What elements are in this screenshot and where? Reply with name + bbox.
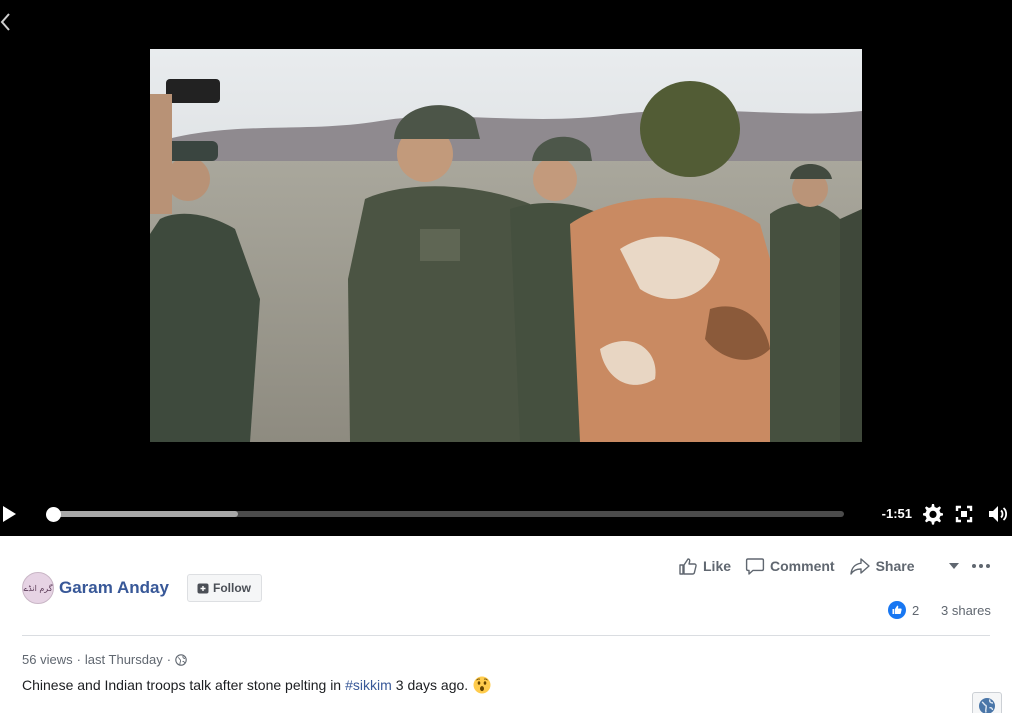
divider [22,635,990,636]
settings-icon [923,504,943,525]
post-date[interactable]: last Thursday [85,652,163,667]
chevron-left-icon [0,13,10,31]
thumbs-up-icon [679,558,697,575]
comment-icon [745,558,765,575]
post-actions: Like Comment Share [678,554,915,578]
meta-separator: · [166,652,172,667]
reaction-count: 2 [912,602,920,618]
caption-text: Chinese and Indian troops talk after sto… [22,677,342,693]
caption-text-end: 3 days ago. [395,677,469,693]
like-button[interactable]: Like [678,556,731,576]
volume-icon [989,506,1008,522]
page-avatar[interactable]: گرم انڈے [22,572,54,604]
views-count: 56 views [22,652,73,667]
astonished-emoji-icon [473,676,491,694]
settings-button[interactable] [920,502,944,526]
fullscreen-icon [955,505,973,523]
video-still-image [150,49,862,442]
more-options-button[interactable] [970,558,992,574]
caret-down-icon [949,563,959,569]
avatar-logo-text: گرم انڈے [23,583,53,593]
play-button[interactable] [0,502,20,526]
scrubber-handle[interactable] [46,507,61,522]
shares-count[interactable]: 3 shares [941,603,991,618]
share-button[interactable]: Share [849,556,915,576]
page-header: گرم انڈے Garam Anday [22,572,169,604]
hashtag-link[interactable]: #sikkim [345,677,392,693]
volume-button[interactable] [986,502,1010,526]
video-frame[interactable] [150,49,862,442]
meta-separator: · [76,652,81,667]
progress-bar[interactable] [46,507,844,522]
post-meta: 56 views · last Thursday · [22,652,187,667]
follow-icon [197,583,209,594]
video-controls: -1:51 [0,496,1012,532]
like-label: Like [703,558,732,574]
back-button[interactable] [0,8,16,36]
globe-icon [175,653,187,666]
globe-icon [979,698,995,713]
share-label: Share [875,558,915,574]
video-player[interactable]: -1:51 [0,0,1012,536]
time-remaining: -1:51 [881,506,912,521]
fullscreen-button[interactable] [952,502,976,526]
reactions-summary[interactable]: 2 [888,600,919,620]
follow-button[interactable]: Follow [187,574,262,602]
post-caption: Chinese and Indian troops talk after sto… [22,676,491,694]
page-name-link[interactable]: Garam Anday [59,578,169,598]
comment-label: Comment [770,558,835,574]
language-button[interactable] [972,692,1002,713]
share-options-dropdown[interactable] [946,558,962,574]
share-icon [849,558,870,575]
play-icon [3,506,16,522]
comment-button[interactable]: Comment [745,556,835,576]
buffered-bar [54,511,239,517]
like-reaction-icon [888,601,906,619]
more-icon [972,564,990,568]
follow-label: Follow [213,581,251,595]
